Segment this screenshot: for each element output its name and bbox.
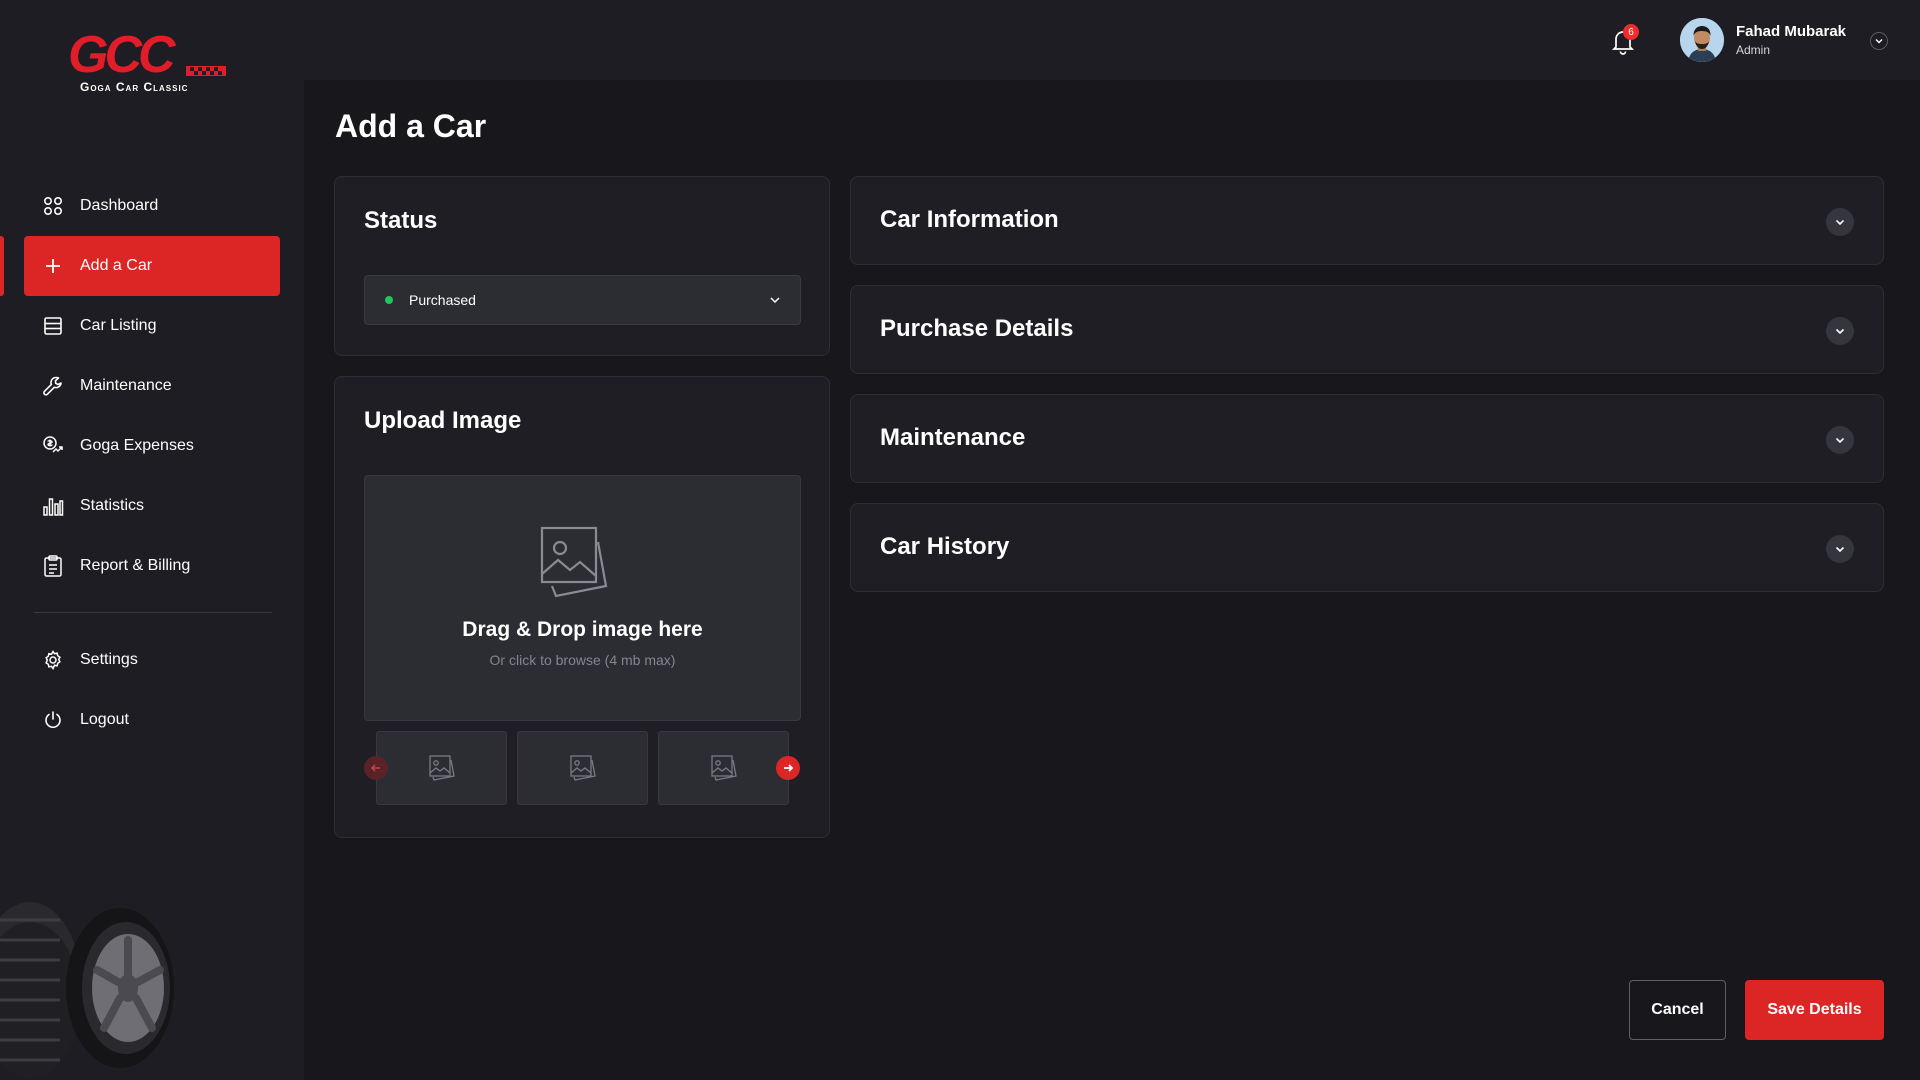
image-placeholder-icon: [428, 755, 455, 781]
cancel-button[interactable]: Cancel: [1629, 980, 1726, 1040]
sidebar-item-car-listing[interactable]: Car Listing: [24, 296, 280, 356]
chevron-down-icon[interactable]: [1826, 535, 1854, 563]
power-icon: [42, 709, 64, 731]
upload-card-title: Upload Image: [364, 407, 522, 434]
svg-text:GCC: GCC: [68, 30, 177, 80]
sidebar-item-label: Car Listing: [80, 317, 157, 334]
sidebar-item-label: Logout: [80, 711, 129, 728]
status-select[interactable]: Purchased: [364, 275, 801, 325]
sidebar-item-add-a-car[interactable]: Add a Car: [24, 236, 280, 296]
sidebar-item-maintenance[interactable]: Maintenance: [24, 356, 280, 416]
image-placeholder-icon: [710, 755, 737, 781]
expenses-icon: [42, 435, 64, 457]
status-selected-value: Purchased: [409, 292, 476, 308]
status-indicator-dot: [385, 296, 393, 304]
sidebar-item-label: Maintenance: [80, 377, 172, 394]
accordion-title: Car History: [880, 533, 1010, 560]
image-thumbnail-slot[interactable]: [658, 731, 789, 805]
dropzone-title: Drag & Drop image here: [462, 618, 703, 641]
tires-illustration: [0, 900, 180, 1080]
sidebar-item-label: Settings: [80, 651, 138, 668]
notification-badge: 6: [1623, 24, 1639, 40]
sidebar-item-settings[interactable]: Settings: [24, 630, 280, 690]
sidebar-item-label: Statistics: [80, 497, 145, 514]
sidebar-item-label: Dashboard: [80, 197, 159, 214]
sidebar-item-dashboard[interactable]: Dashboard: [24, 176, 280, 236]
accordion-purchase-details[interactable]: Purchase Details: [850, 285, 1884, 374]
image-placeholder-icon: [569, 755, 596, 781]
sidebar-item-label: Report & Billing: [80, 557, 191, 574]
dashboard-grid-icon: [42, 195, 64, 217]
status-card-title: Status: [364, 207, 438, 234]
page-title: Add a Car: [335, 108, 487, 144]
chevron-down-icon[interactable]: [1826, 208, 1854, 236]
plus-icon: [42, 255, 64, 277]
accordion-title: Car Information: [880, 206, 1059, 233]
user-menu-chevron-down-icon[interactable]: [1870, 32, 1888, 50]
user-role: Admin: [1736, 43, 1771, 57]
accordion-title: Maintenance: [880, 424, 1026, 451]
image-thumbnail-slot[interactable]: [376, 731, 507, 805]
sidebar-item-logout[interactable]: Logout: [24, 690, 280, 750]
sidebar-divider: [34, 612, 272, 613]
bar-chart-icon: [42, 495, 64, 517]
sidebar-item-label: Add a Car: [80, 257, 153, 274]
gcc-logo-mark: GCC: [68, 26, 226, 84]
accordion-title: Purchase Details: [880, 315, 1074, 342]
image-thumbnail-slot[interactable]: [517, 731, 648, 805]
thumbnail-next-arrow-icon[interactable]: [776, 756, 800, 780]
thumbnail-prev-arrow-icon[interactable]: [364, 756, 388, 780]
upload-image-card: Upload Image Drag & Drop image here Or c…: [334, 376, 830, 838]
sidebar-item-goga-expenses[interactable]: Goga Expenses: [24, 416, 280, 476]
accordion-maintenance[interactable]: Maintenance: [850, 394, 1884, 483]
sidebar-item-label: Goga Expenses: [80, 437, 194, 454]
accordion-car-information[interactable]: Car Information: [850, 176, 1884, 265]
user-name: Fahad Mubarak: [1736, 23, 1847, 40]
avatar[interactable]: [1680, 18, 1724, 62]
image-dropzone[interactable]: Drag & Drop image here Or click to brows…: [364, 475, 801, 721]
brand-logo[interactable]: GCC Goga Car Classic: [68, 26, 230, 94]
save-details-button[interactable]: Save Details: [1745, 980, 1884, 1040]
dropzone-subtitle: Or click to browse (4 mb max): [489, 652, 676, 668]
sidebar-item-statistics[interactable]: Statistics: [24, 476, 280, 536]
chevron-down-icon[interactable]: [1826, 426, 1854, 454]
active-indicator: [0, 236, 4, 296]
wrench-icon: [42, 375, 64, 397]
brand-tagline: Goga Car Classic: [80, 80, 189, 94]
sidebar: GCC Goga Car Classic Dashboard Add a Car…: [0, 0, 304, 1080]
chevron-down-icon[interactable]: [1826, 317, 1854, 345]
top-bar: [304, 0, 1920, 80]
sidebar-item-report-billing[interactable]: Report & Billing: [24, 536, 280, 596]
clipboard-icon: [42, 555, 64, 577]
gear-icon: [42, 649, 64, 671]
image-placeholder-icon: [540, 526, 612, 605]
status-card: Status Purchased: [334, 176, 830, 356]
accordion-car-history[interactable]: Car History: [850, 503, 1884, 592]
list-icon: [42, 315, 64, 337]
chevron-down-icon: [768, 293, 782, 312]
